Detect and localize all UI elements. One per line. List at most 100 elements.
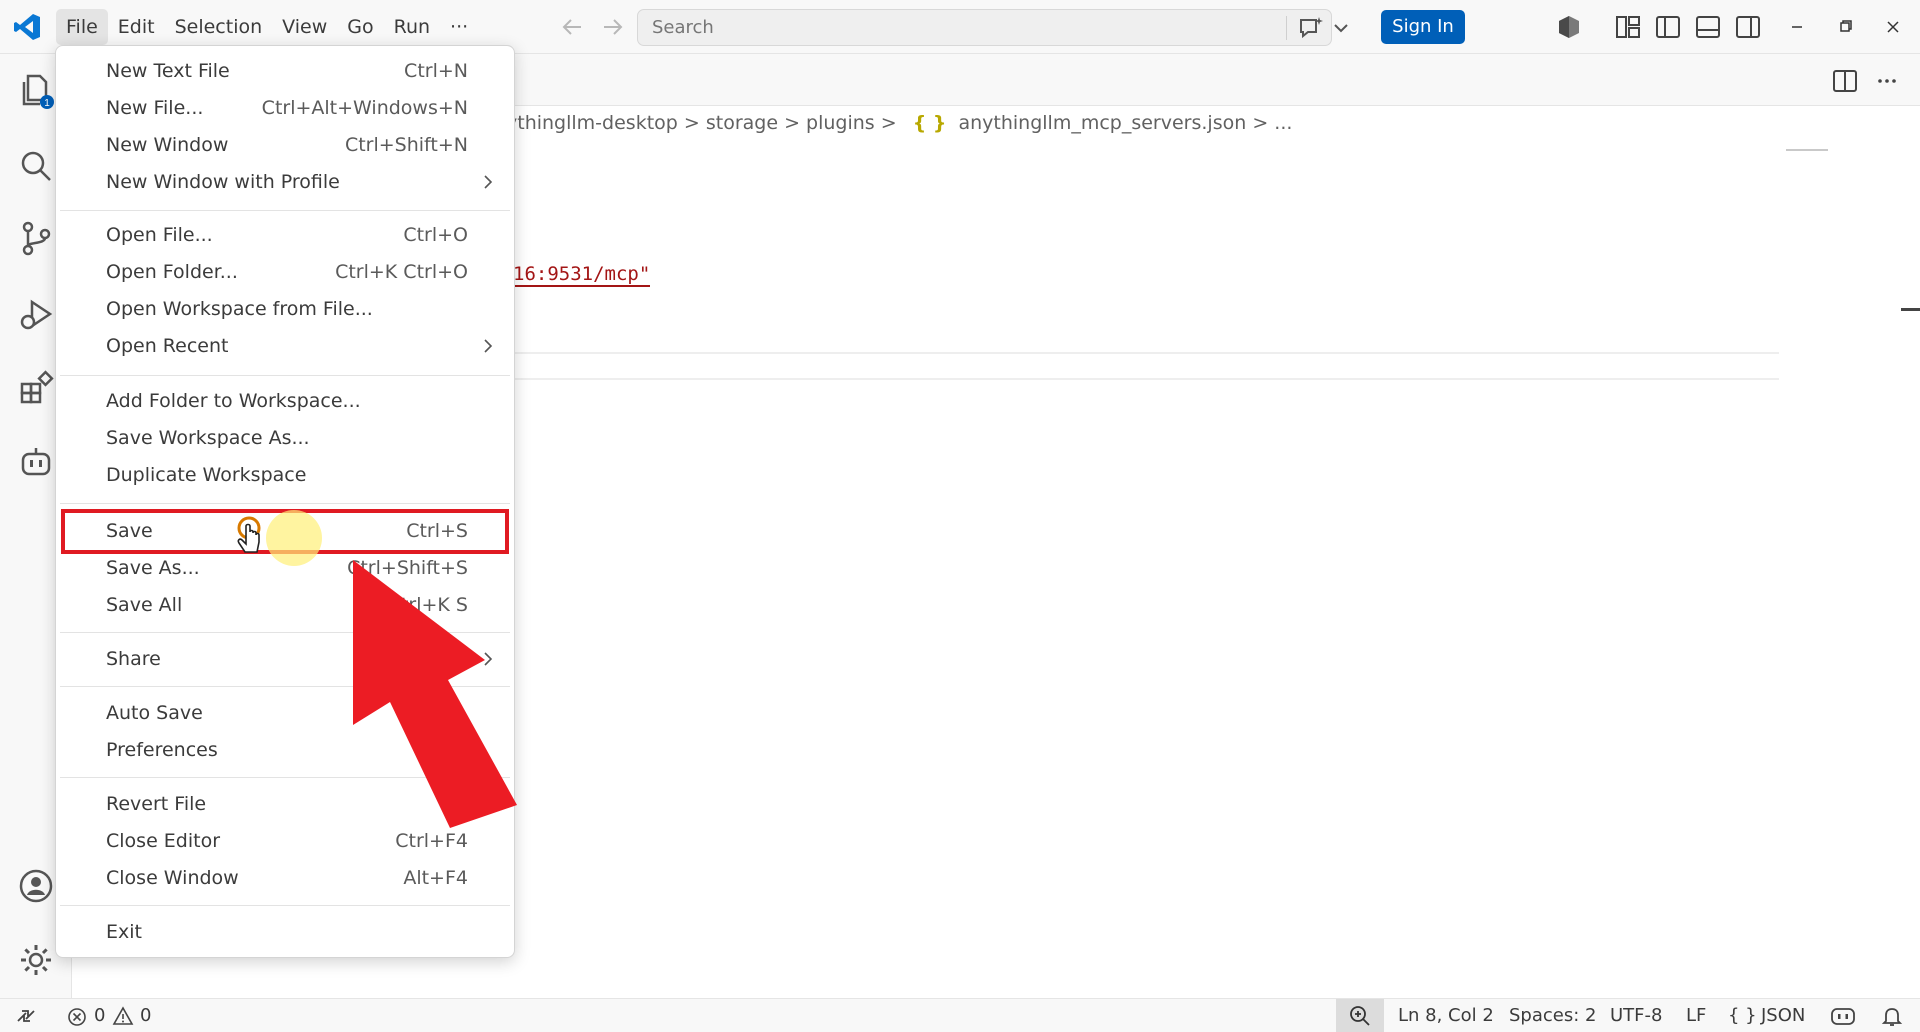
breadcrumb-chevron-icon: > — [880, 112, 903, 134]
menu-run[interactable]: Run — [384, 9, 440, 45]
warning-icon[interactable] — [111, 1005, 135, 1027]
menu-item-label: Add Folder to Workspace... — [106, 390, 361, 412]
account-icon[interactable] — [16, 866, 56, 906]
accounts-cube-icon[interactable] — [1554, 12, 1584, 42]
menu-item-exit[interactable]: Exit — [60, 914, 510, 951]
breadcrumb-chevron-icon: > — [784, 112, 807, 134]
toggle-secondary-sidebar-icon[interactable] — [1733, 12, 1763, 42]
menu-file[interactable]: File — [56, 9, 108, 45]
error-count[interactable]: 0 — [94, 1005, 105, 1026]
toggle-panel-icon[interactable] — [1693, 12, 1723, 42]
menu-selection[interactable]: Selection — [165, 9, 273, 45]
menu-item-label: Open File... — [106, 224, 213, 246]
breadcrumb-folder[interactable]: plugins — [806, 112, 875, 134]
copilot-robot-icon[interactable] — [16, 442, 56, 482]
minimap[interactable] — [1786, 148, 1828, 152]
menu-item-label: New Text File — [106, 60, 230, 82]
menu-item-label: Save Workspace As... — [106, 427, 310, 449]
menu-item-label: Save As... — [106, 557, 200, 579]
language-braces-icon: { } — [1728, 1005, 1757, 1026]
warning-count[interactable]: 0 — [140, 1005, 151, 1026]
menu-item-shortcut: Ctrl+F4 — [395, 830, 468, 852]
extensions-icon[interactable] — [16, 368, 56, 408]
menu-edit[interactable]: Edit — [108, 9, 165, 45]
menu-bar: File Edit Selection View Go Run ··· — [56, 9, 478, 45]
chevron-down-icon[interactable] — [1332, 19, 1350, 37]
breadcrumb-chevron-icon: > — [1252, 112, 1275, 134]
menu-item-label: Open Folder... — [106, 261, 238, 283]
code-line-url[interactable]: 16:9531/mcp" — [513, 263, 651, 287]
close-icon[interactable] — [1870, 10, 1916, 44]
more-actions-icon[interactable] — [1872, 66, 1902, 96]
sign-in-button[interactable]: Sign In — [1381, 10, 1465, 44]
menu-separator — [60, 375, 510, 376]
source-control-icon[interactable] — [16, 218, 56, 258]
cursor-position[interactable]: Ln 8, Col 2 — [1398, 1005, 1494, 1026]
svg-text:1: 1 — [44, 98, 50, 109]
vscode-logo-icon — [14, 14, 40, 40]
menu-item-new-file[interactable]: New File... Ctrl+Alt+Windows+N — [60, 90, 510, 127]
remote-indicator-icon[interactable] — [0, 999, 52, 1032]
search-input[interactable]: Search — [637, 9, 1348, 46]
breadcrumb-file[interactable]: anythingllm_mcp_servers.json — [958, 112, 1246, 134]
encoding[interactable]: UTF-8 — [1610, 1005, 1662, 1026]
menu-view[interactable]: View — [272, 9, 337, 45]
menu-item-open-workspace-from-file[interactable]: Open Workspace from File... — [60, 291, 510, 328]
run-debug-icon[interactable] — [16, 294, 56, 334]
menu-item-label: Open Recent — [106, 335, 229, 357]
minimize-icon[interactable] — [1774, 10, 1820, 44]
arrow-left-icon[interactable] — [557, 12, 587, 42]
restore-icon[interactable] — [1822, 10, 1868, 44]
arrow-right-icon[interactable] — [598, 12, 628, 42]
menu-item-open-file[interactable]: Open File... Ctrl+O — [60, 217, 510, 254]
menu-item-shortcut: Alt+F4 — [403, 867, 468, 889]
menu-separator — [60, 905, 510, 906]
menu-item-shortcut: Ctrl+K Ctrl+O — [335, 261, 468, 283]
customize-layout-icon[interactable] — [1613, 12, 1643, 42]
menu-item-close-window[interactable]: Close Window Alt+F4 — [60, 860, 510, 897]
menu-separator — [60, 503, 510, 504]
menu-item-label: Save All — [106, 594, 183, 616]
error-icon[interactable] — [66, 1006, 88, 1028]
language-mode[interactable]: JSON — [1761, 1005, 1805, 1026]
chat-sparkle-icon[interactable] — [1296, 14, 1326, 42]
menu-item-open-recent[interactable]: Open Recent — [60, 328, 510, 365]
menu-item-duplicate-workspace[interactable]: Duplicate Workspace — [60, 457, 510, 494]
menu-item-save-workspace-as[interactable]: Save Workspace As... — [60, 420, 510, 457]
menu-item-label: New File... — [106, 97, 204, 119]
submenu-chevron-right-icon — [484, 175, 493, 189]
end-of-line[interactable]: LF — [1686, 1005, 1706, 1026]
copilot-status-icon[interactable] — [1829, 1004, 1857, 1028]
explorer-files-icon[interactable]: 1 — [16, 70, 56, 110]
menu-item-add-folder-to-workspace[interactable]: Add Folder to Workspace... — [60, 383, 510, 420]
breadcrumb-folder[interactable]: storage — [706, 112, 778, 134]
menu-item-new-window-with-profile[interactable]: New Window with Profile — [60, 164, 510, 201]
menu-item-label: Preferences — [106, 739, 218, 761]
breadcrumb-more[interactable]: ... — [1274, 112, 1292, 134]
menu-item-shortcut: Ctrl+Alt+Windows+N — [261, 97, 468, 119]
menu-item-new-text-file[interactable]: New Text File Ctrl+N — [60, 53, 510, 90]
menu-more[interactable]: ··· — [440, 9, 478, 45]
current-line-highlight — [505, 352, 1779, 380]
menu-item-new-window[interactable]: New Window Ctrl+Shift+N — [60, 127, 510, 164]
menu-go[interactable]: Go — [337, 9, 383, 45]
menu-item-label: Exit — [106, 921, 142, 943]
breadcrumb-folder[interactable]: ythingllm-desktop — [506, 112, 678, 134]
breadcrumb: ythingllm-desktop > storage > plugins > … — [506, 112, 1292, 134]
search-placeholder: Search — [652, 17, 714, 38]
notifications-bell-icon[interactable] — [1880, 1004, 1904, 1028]
search-icon[interactable] — [16, 146, 56, 186]
settings-gear-icon[interactable] — [16, 940, 56, 980]
indentation[interactable]: Spaces: 2 — [1509, 1005, 1596, 1026]
menu-item-shortcut: Ctrl+O — [403, 224, 468, 246]
string-literal: 16:9531/mcp" — [513, 263, 651, 287]
menu-item-open-folder[interactable]: Open Folder... Ctrl+K Ctrl+O — [60, 254, 510, 291]
menu-item-label: New Window with Profile — [106, 171, 340, 193]
status-bar: 0 0 Ln 8, Col 2 Spaces: 2 UTF-8 LF { } J… — [0, 998, 1920, 1032]
menu-item-label: Revert File — [106, 793, 207, 815]
zoom-indicator[interactable] — [1336, 999, 1384, 1032]
json-file-icon: { } — [912, 112, 947, 134]
split-editor-icon[interactable] — [1830, 66, 1860, 96]
scrollbar-marker[interactable] — [1901, 308, 1920, 311]
toggle-primary-sidebar-icon[interactable] — [1653, 12, 1683, 42]
